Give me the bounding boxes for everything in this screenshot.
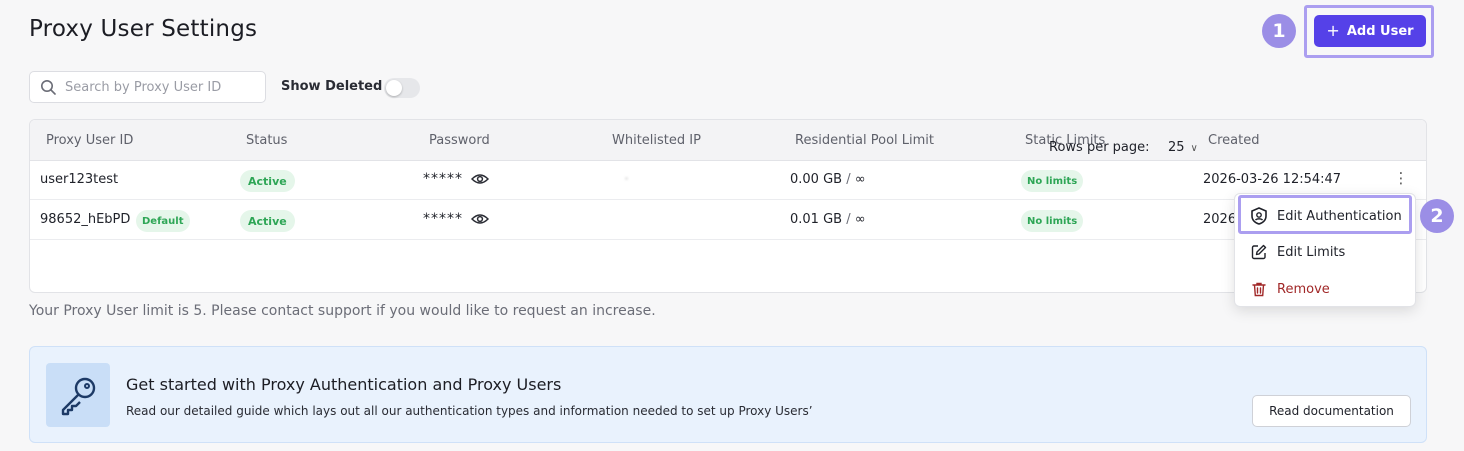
- toggle-knob: [386, 80, 402, 96]
- column-header-password[interactable]: Password: [429, 133, 490, 148]
- residential-pool-limit: 0.01 GB / ∞: [790, 212, 866, 227]
- eye-icon[interactable]: [471, 213, 489, 225]
- add-user-button[interactable]: + Add User: [1314, 15, 1426, 47]
- search-icon: [41, 80, 56, 95]
- password-mask: *****: [423, 171, 463, 187]
- step-marker-1: 1: [1262, 14, 1296, 48]
- chevron-down-icon: ∨: [1190, 143, 1198, 154]
- table-header: Proxy User ID Status Password Whiteliste…: [30, 120, 1426, 161]
- column-header-created[interactable]: Created: [1208, 133, 1259, 148]
- show-deleted-label: Show Deleted: [281, 79, 383, 94]
- column-header-whitelisted-ip[interactable]: Whitelisted IP: [612, 133, 701, 148]
- menu-item-label: Remove: [1277, 281, 1330, 297]
- add-user-label: Add User: [1346, 23, 1414, 39]
- residential-used: 0.01 GB: [790, 212, 843, 227]
- shield-user-icon: [1251, 207, 1267, 225]
- column-header-residential-pool-limit[interactable]: Residential Pool Limit: [795, 133, 934, 148]
- plus-icon: +: [1326, 21, 1340, 40]
- pencil-icon: [1251, 244, 1267, 260]
- table-row[interactable]: 98652_hEbPD Default Active ***** 0.01 GB…: [30, 201, 1426, 240]
- guide-title: Get started with Proxy Authentication an…: [126, 375, 562, 394]
- step-marker-2: 2: [1420, 199, 1454, 233]
- column-header-proxy-user-id[interactable]: Proxy User ID: [46, 133, 133, 148]
- rows-per-page-select[interactable]: 25 ∨: [1168, 140, 1198, 158]
- read-documentation-button[interactable]: Read documentation: [1252, 395, 1411, 427]
- rows-per-page-value: 25: [1168, 140, 1185, 155]
- static-limits-badge: No limits: [1021, 210, 1084, 232]
- residential-limit: ∞: [854, 172, 866, 187]
- created-date: 2026-03-26 12:54:47: [1203, 172, 1342, 187]
- trash-icon: [1252, 282, 1266, 297]
- search-box[interactable]: [29, 71, 266, 103]
- proxy-user-limit-note: Your Proxy User limit is 5. Please conta…: [29, 303, 656, 319]
- rows-per-page-label: Rows per page:: [1049, 140, 1150, 155]
- default-badge: Default: [136, 210, 190, 232]
- eye-icon[interactable]: [471, 173, 489, 185]
- status-badge: Active: [240, 210, 295, 232]
- menu-item-label: Edit Authentication: [1277, 208, 1402, 224]
- whitelisted-ip: [617, 165, 695, 195]
- proxy-user-id: 98652_hEbPD: [40, 212, 131, 227]
- residential-pool-limit: 0.00 GB / ∞: [790, 172, 866, 187]
- column-header-status[interactable]: Status: [246, 133, 287, 148]
- password-mask: *****: [423, 211, 463, 227]
- search-input[interactable]: [65, 79, 245, 95]
- row-actions-menu: Edit Authentication Edit Limits Remove: [1234, 193, 1416, 307]
- table-row[interactable]: user123test Active ***** 0.00 GB / ∞ No …: [30, 161, 1426, 200]
- row-actions-menu-icon[interactable]: ⋮: [1393, 171, 1409, 186]
- page-title: Proxy User Settings: [29, 16, 258, 42]
- menu-item-remove[interactable]: Remove: [1235, 272, 1415, 306]
- residential-used: 0.00 GB: [790, 172, 843, 187]
- menu-item-edit-limits[interactable]: Edit Limits: [1235, 235, 1415, 269]
- key-icon: [46, 363, 110, 427]
- proxy-user-id: user123test: [40, 172, 119, 187]
- proxy-users-table: Proxy User ID Status Password Whiteliste…: [29, 119, 1427, 293]
- created-date: 2026: [1203, 212, 1237, 227]
- guide-banner: Get started with Proxy Authentication an…: [29, 346, 1427, 443]
- menu-item-edit-authentication[interactable]: Edit Authentication: [1235, 199, 1415, 233]
- residential-separator: /: [846, 212, 851, 227]
- residential-limit: ∞: [854, 212, 866, 227]
- status-badge: Active: [240, 170, 295, 192]
- residential-separator: /: [846, 172, 851, 187]
- menu-item-label: Edit Limits: [1277, 244, 1346, 260]
- show-deleted-toggle[interactable]: [384, 78, 420, 98]
- guide-description: Read our detailed guide which lays out a…: [126, 404, 813, 418]
- static-limits-badge: No limits: [1021, 170, 1084, 192]
